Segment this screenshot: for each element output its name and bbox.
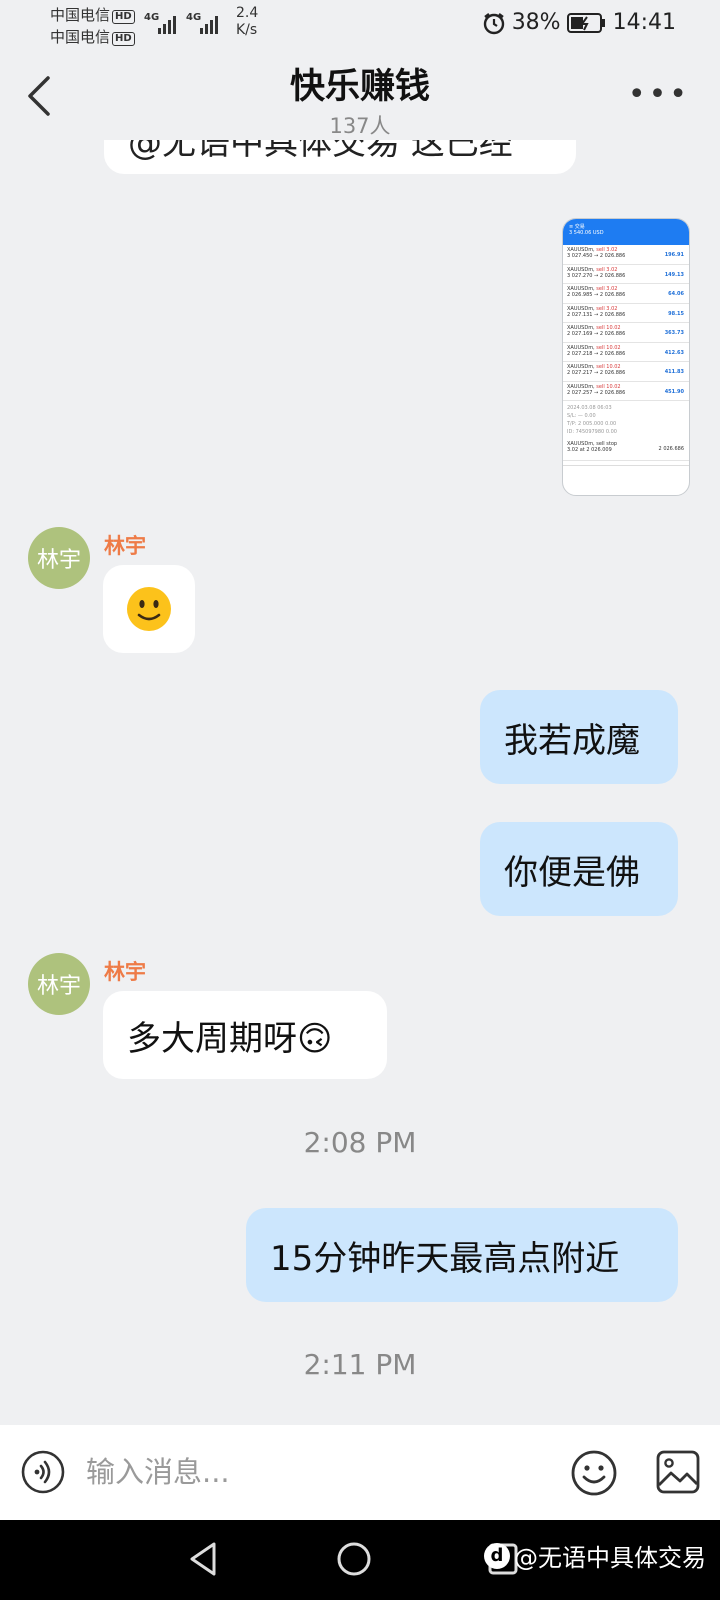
input-bar: [0, 1425, 720, 1520]
thumb-trade-row: XAUUSDm, sell 3.02 3 027.450 → 2 026.886 1…: [563, 245, 689, 265]
slightly-smiling-emoji: [127, 587, 171, 631]
more-dots-icon[interactable]: •••: [628, 80, 690, 110]
image-icon[interactable]: [656, 1449, 700, 1495]
message-bubble-outgoing[interactable]: 15分钟昨天最高点附近: [246, 1208, 678, 1302]
network-speed: 2.4 K/s: [236, 5, 259, 38]
thumb-trade-row: XAUUSDm, sell 3.02 3 027.270 → 2 026.886 1…: [563, 265, 689, 284]
watermark-logo-icon: d: [484, 1542, 510, 1569]
clipped-message-text: @无语中具体交易 这已经: [128, 140, 513, 163]
status-right: 38% 14:41: [482, 10, 676, 35]
message-bubble-outgoing[interactable]: 我若成魔: [480, 690, 678, 784]
carrier-2: 中国电信 HD: [50, 26, 135, 47]
thumb-nav-bar: [563, 465, 689, 495]
avatar[interactable]: 林宇: [28, 527, 90, 589]
signal-icon: 4G: [144, 12, 176, 34]
thumb-pending-row: XAUUSDm, sell stop 3.02 at 2 026.009 2 0…: [563, 439, 689, 461]
chat-header: 快乐赚钱 137人 •••: [0, 48, 720, 140]
thumb-trade-row: XAUUSDm, sell 10.02 2 027.169 → 2 026.886…: [563, 323, 689, 343]
status-bar: 中国电信 HD 中国电信 HD 4G 4G 2.4 K/s 38% 14:41: [0, 0, 720, 48]
message-list[interactable]: @无语中具体交易 这已经 ≡ 交易 3 540.06 USD XAUUSDm, …: [0, 140, 720, 1425]
system-nav-bar: d @无语中具体交易: [0, 1520, 720, 1600]
thumb-balance: 3 540.06 USD: [569, 230, 604, 236]
m3-text: 你便是佛: [504, 852, 640, 893]
clock: 14:41: [612, 10, 676, 35]
thumb-info: 2024.03.08 06:03 S/L: — 0.00 T/P: 2 005.00…: [567, 405, 617, 435]
thumb-trade-list: XAUUSDm, sell 3.02 3 027.450 → 2 026.886 1…: [563, 245, 689, 401]
thumb-top-bar: ≡ 交易 3 540.06 USD: [563, 219, 689, 245]
battery-icon: [566, 12, 605, 33]
thumb-trade-row: XAUUSDm, sell 10.02 2 027.217 → 2 026.886…: [563, 362, 689, 382]
smiley-icon[interactable]: [570, 1449, 618, 1497]
avatar[interactable]: 林宇: [28, 953, 90, 1015]
m2-text: 我若成魔: [504, 720, 640, 761]
svg-text:4G: 4G: [144, 12, 159, 23]
carrier-1: 中国电信 HD: [50, 4, 135, 25]
message-bubble[interactable]: 多大周期呀🙃: [103, 991, 387, 1079]
sender-name: 林宇: [104, 534, 146, 558]
thumb-trade-row: XAUUSDm, sell 3.02 2 027.131 → 2 026.886 9…: [563, 304, 689, 323]
voice-icon[interactable]: [20, 1449, 66, 1495]
message-input[interactable]: [86, 1447, 526, 1497]
m5-text: 15分钟昨天最高点附近: [270, 1238, 620, 1279]
message-bubble[interactable]: 🙂: [103, 565, 195, 653]
m4-text: 多大周期呀🙃: [127, 1018, 333, 1059]
alarm-icon: [483, 12, 504, 34]
member-count[interactable]: 137人: [0, 110, 720, 140]
watermark: d @无语中具体交易: [484, 1538, 706, 1573]
screenshot-thumbnail[interactable]: ≡ 交易 3 540.06 USD XAUUSDm, sell 3.02 3 02…: [562, 218, 690, 496]
watermark-text: @无语中具体交易: [514, 1544, 706, 1572]
back-triangle-icon[interactable]: [186, 1540, 220, 1578]
timestamp: 2:08 PM: [303, 1126, 417, 1159]
chat-title: 快乐赚钱: [289, 67, 430, 107]
message-bubble-outgoing[interactable]: 你便是佛: [480, 822, 678, 916]
home-circle-icon[interactable]: [336, 1540, 372, 1578]
svg-text:4G: 4G: [186, 12, 201, 23]
thumb-trade-row: XAUUSDm, sell 10.02 2 027.218 → 2 026.886…: [563, 343, 689, 362]
signal-icon-2: 4G: [186, 12, 218, 34]
battery-percent: 38%: [511, 10, 561, 35]
thumb-trade-row: XAUUSDm, sell 3.02 2 026.985 → 2 026.886 6…: [563, 284, 689, 304]
timestamp: 2:11 PM: [303, 1348, 417, 1381]
clipped-message-bubble[interactable]: @无语中具体交易 这已经: [104, 140, 576, 174]
sender-name: 林宇: [104, 960, 146, 984]
thumb-trade-row: XAUUSDm, sell 10.02 2 027.257 → 2 026.886…: [563, 382, 689, 401]
